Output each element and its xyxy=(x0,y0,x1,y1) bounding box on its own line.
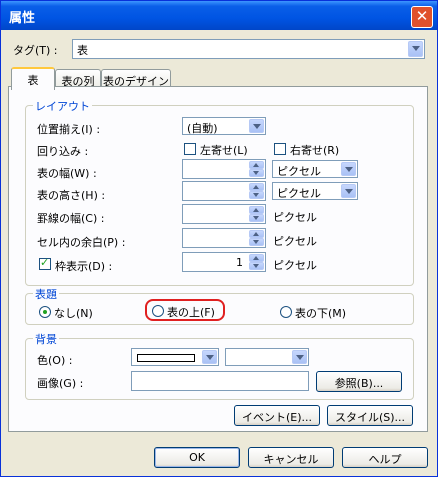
image-path-input[interactable] xyxy=(131,371,309,391)
color-name-select[interactable] xyxy=(225,348,309,366)
tab-table[interactable]: 表 xyxy=(11,67,55,90)
padding-unit: ピクセル xyxy=(273,235,317,248)
color-swatch xyxy=(137,354,195,362)
caption-above-radio[interactable] xyxy=(152,305,164,317)
tab-panel: レイアウト 位置揃え(I) : (自動) 回り込み : 左寄せ(L) 右寄せ(R… xyxy=(8,86,428,432)
layout-group-title: レイアウト xyxy=(33,98,92,114)
caption-above-label: 表の上(F) xyxy=(167,306,215,319)
help-button-label: ヘルプ xyxy=(368,453,402,466)
wrap-left-label: 左寄せ(L) xyxy=(200,144,248,157)
tag-select[interactable]: 表 xyxy=(72,39,425,59)
browse-button-label: 参照(B)... xyxy=(334,377,384,390)
wrap-right-label: 右寄せ(R) xyxy=(290,144,340,157)
color-label: 色(O) : xyxy=(37,354,73,367)
frame-spinner[interactable]: 1 xyxy=(182,252,266,272)
border-width-label: 罫線の幅(C) : xyxy=(37,212,105,225)
spin-down-icon[interactable] xyxy=(249,191,264,199)
style-button-label: スタイル(S)... xyxy=(334,411,406,424)
ok-button-label: OK xyxy=(189,451,205,464)
frame-unit: ピクセル xyxy=(273,259,317,272)
spin-up-icon[interactable] xyxy=(249,254,264,262)
event-button-label: イベント(E)... xyxy=(241,411,313,424)
spin-up-icon[interactable] xyxy=(249,161,264,169)
caption-none-radio[interactable] xyxy=(39,306,51,318)
frame-label: 枠表示(D) : xyxy=(55,260,113,273)
properties-dialog: 属性 ✕ タグ(T) : 表 表 表の列 表のデザイン レイアウト 位置揃え(I… xyxy=(0,0,438,477)
caption-group-title: 表題 xyxy=(33,286,59,302)
style-button[interactable]: スタイル(S)... xyxy=(327,405,413,426)
chevron-down-icon[interactable] xyxy=(408,41,423,57)
spin-up-icon[interactable] xyxy=(249,230,264,238)
border-width-unit: ピクセル xyxy=(273,211,317,224)
spin-up-icon[interactable] xyxy=(249,183,264,191)
spin-down-icon[interactable] xyxy=(249,214,264,222)
spin-down-icon[interactable] xyxy=(249,262,264,270)
height-unit-select[interactable]: ピクセル xyxy=(272,182,358,200)
caption-below-label: 表の下(M) xyxy=(295,307,347,320)
height-unit-value: ピクセル xyxy=(277,187,321,200)
wrap-label: 回り込み : xyxy=(37,145,89,158)
chevron-down-icon[interactable] xyxy=(202,350,217,364)
color-picker[interactable] xyxy=(131,348,219,366)
wrap-right-checkbox[interactable] xyxy=(274,143,286,155)
chevron-down-icon[interactable] xyxy=(249,119,264,133)
width-unit-value: ピクセル xyxy=(277,165,321,178)
event-button[interactable]: イベント(E)... xyxy=(234,405,320,426)
width-spinner[interactable] xyxy=(182,159,266,179)
wrap-left-checkbox[interactable] xyxy=(184,143,196,155)
padding-label: セル内の余白(P) : xyxy=(37,236,126,249)
chevron-down-icon[interactable] xyxy=(341,162,356,176)
cancel-button-label: キャンセル xyxy=(263,453,319,466)
title-bar[interactable]: 属性 ✕ xyxy=(1,1,437,30)
height-spinner[interactable] xyxy=(182,181,266,201)
tag-label: タグ(T) : xyxy=(13,44,58,57)
browse-button[interactable]: 参照(B)... xyxy=(316,371,402,392)
background-group-title: 背景 xyxy=(33,331,59,347)
width-label: 表の幅(W) : xyxy=(37,167,97,180)
spin-down-icon[interactable] xyxy=(249,169,264,177)
border-width-spinner[interactable] xyxy=(182,204,266,224)
padding-spinner[interactable] xyxy=(182,228,266,248)
spin-up-icon[interactable] xyxy=(249,206,264,214)
image-label: 画像(G) : xyxy=(37,377,84,390)
spin-down-icon[interactable] xyxy=(249,238,264,246)
frame-checkbox[interactable] xyxy=(39,256,51,270)
align-label: 位置揃え(I) : xyxy=(37,123,101,136)
width-unit-select[interactable]: ピクセル xyxy=(272,160,358,178)
caption-none-label: なし(N) xyxy=(54,307,93,320)
help-button[interactable]: ヘルプ xyxy=(342,447,428,468)
caption-below-radio[interactable] xyxy=(280,306,292,318)
height-label: 表の高さ(H) : xyxy=(37,189,106,202)
tag-value: 表 xyxy=(77,44,88,57)
close-icon[interactable]: ✕ xyxy=(411,6,433,28)
chevron-down-icon[interactable] xyxy=(341,184,356,198)
align-value: (自動) xyxy=(187,122,218,135)
align-select[interactable]: (自動) xyxy=(182,117,266,135)
ok-button[interactable]: OK xyxy=(154,447,240,468)
cancel-button[interactable]: キャンセル xyxy=(248,447,334,468)
tab-label: 表 xyxy=(27,74,39,87)
frame-value: 1 xyxy=(236,256,243,269)
chevron-down-icon[interactable] xyxy=(292,350,307,364)
window-title: 属性 xyxy=(9,11,36,26)
